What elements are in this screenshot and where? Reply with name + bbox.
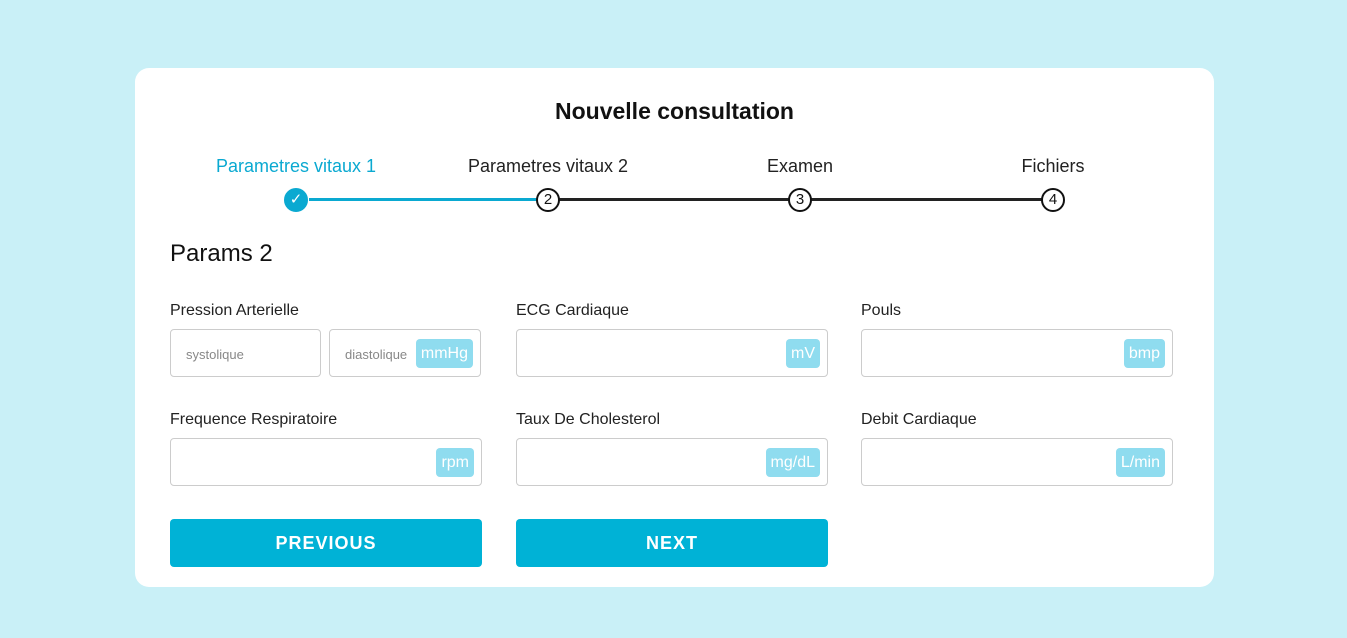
step-connector-2 [547, 198, 800, 201]
step-1-check-icon[interactable]: ✓ [284, 188, 308, 212]
step-label-parametres-vitaux-2[interactable]: Parametres vitaux 2 [468, 156, 628, 177]
debit-cardiaque-input[interactable]: L/min [861, 438, 1173, 486]
debit-cardiaque-label: Debit Cardiaque [861, 411, 977, 428]
taux-cholesterol-label: Taux De Cholesterol [516, 411, 661, 428]
mmhg-unit-badge: mmHg [415, 339, 473, 368]
mv-unit-badge: mV [786, 339, 820, 368]
pression-arterielle-label: Pression Arterielle [170, 302, 299, 319]
diastolique-placeholder: diastolique [345, 347, 408, 362]
frequence-respiratoire-input[interactable]: rpm [170, 438, 482, 486]
step-label-parametres-vitaux-1[interactable]: Parametres vitaux 1 [216, 156, 376, 177]
taux-cholesterol-input[interactable]: mg/dL [516, 438, 828, 486]
pouls-input[interactable]: bmp [861, 329, 1173, 377]
step-label-fichiers[interactable]: Fichiers [1021, 156, 1084, 177]
page-title: Nouvelle consultation [555, 98, 794, 124]
diastolique-input[interactable]: diastolique mmHg [329, 329, 481, 377]
systolique-input[interactable]: systolique [170, 329, 321, 377]
systolique-placeholder: systolique [186, 347, 244, 362]
rpm-unit-badge: rpm [436, 448, 474, 477]
mgdl-unit-badge: mg/dL [765, 448, 820, 477]
bmp-unit-badge: bmp [1123, 339, 1165, 368]
frequence-respiratoire-label: Frequence Respiratoire [170, 411, 338, 428]
step-4-indicator[interactable]: 4 [1041, 188, 1065, 212]
step-label-examen[interactable]: Examen [767, 156, 833, 177]
step-connector-1 [309, 198, 547, 201]
step-connector-3 [800, 198, 1053, 201]
pouls-label: Pouls [861, 302, 902, 319]
consultation-card: Nouvelle consultation Parametres vitaux … [135, 68, 1214, 587]
lmin-unit-badge: L/min [1115, 448, 1165, 477]
ecg-cardiaque-input[interactable]: mV [516, 329, 828, 377]
step-3-indicator[interactable]: 3 [788, 188, 812, 212]
ecg-cardiaque-label: ECG Cardiaque [516, 302, 629, 319]
step-2-indicator[interactable]: 2 [536, 188, 560, 212]
section-title: Params 2 [170, 240, 273, 267]
stepper: Parametres vitaux 1 Parametres vitaux 2 … [135, 156, 1214, 216]
next-button[interactable]: NEXT [516, 519, 828, 567]
previous-button[interactable]: PREVIOUS [170, 519, 482, 567]
